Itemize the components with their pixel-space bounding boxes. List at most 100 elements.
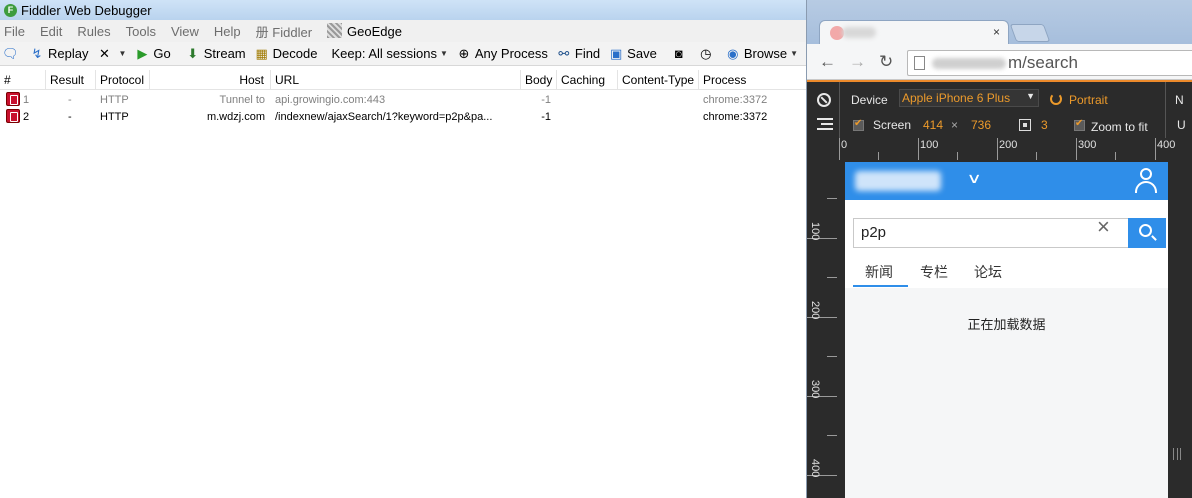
save-label: Save xyxy=(627,46,657,61)
ruler-tick-label: 100 xyxy=(920,139,939,151)
replay-button[interactable]: ↯ Replay xyxy=(29,46,89,62)
screen-height-field[interactable]: 736 xyxy=(971,118,991,132)
menu-rules[interactable]: Rules xyxy=(77,24,110,39)
menu-help[interactable]: Help xyxy=(214,24,241,39)
timer-button[interactable]: ◷ xyxy=(698,46,717,62)
orientation-label[interactable]: Portrait xyxy=(1069,93,1108,107)
speech-bubble-icon: 🗨 xyxy=(2,45,19,61)
fiddler-window: F Fiddler Web Debugger File Edit Rules T… xyxy=(0,0,819,498)
emulation-menu-icon[interactable] xyxy=(817,118,833,130)
ruler-tick-label: 0 xyxy=(841,139,848,151)
zoom-to-fit-label: Zoom to fit xyxy=(1091,120,1148,134)
menu-edit[interactable]: Edit xyxy=(40,24,62,39)
menu-geoedge-label: GeoEdge xyxy=(347,24,402,39)
ruler-tick-label: 400 xyxy=(809,459,821,478)
ruler-tick-label: 300 xyxy=(1078,139,1097,151)
go-button[interactable]: ▶ Go xyxy=(134,46,170,62)
active-tab-indicator xyxy=(853,285,908,287)
forward-icon[interactable]: → xyxy=(849,52,866,72)
device-select[interactable]: Apple iPhone 6 Plus ▼ xyxy=(899,89,1039,107)
address-bar[interactable]: m/search xyxy=(907,50,1192,76)
menu-file[interactable]: File xyxy=(4,24,25,39)
col-protocol[interactable]: Protocol xyxy=(96,70,150,90)
col-url[interactable]: URL xyxy=(271,70,521,90)
session-caching xyxy=(557,109,618,126)
dpr-field[interactable]: 3 xyxy=(1041,118,1048,132)
rotate-icon[interactable] xyxy=(1050,93,1062,105)
menu-view[interactable]: View xyxy=(171,24,199,39)
session-process: chrome:3372 xyxy=(703,111,768,123)
save-button[interactable]: ▣ Save xyxy=(608,46,657,62)
browser-toolbar: ← → ↻ m/search xyxy=(807,44,1192,80)
decode-icon: ▦ xyxy=(255,45,268,61)
table-row[interactable]: 1 - HTTP Tunnel to api.growingio.com:443… xyxy=(0,92,806,109)
find-button[interactable]: ⚯ Find xyxy=(556,46,600,62)
session-caching xyxy=(557,92,618,109)
session-body: -1 xyxy=(541,111,551,123)
tab-close-icon[interactable]: × xyxy=(993,25,1000,39)
times-sign: × xyxy=(951,118,959,132)
ruler-tick-label: 200 xyxy=(999,139,1018,151)
browse-button[interactable]: ◉ Browse ▼ xyxy=(725,46,798,62)
screenshot-button[interactable]: ◙ xyxy=(671,46,690,62)
session-protocol: HTTP xyxy=(100,94,129,106)
ruler-tick-label: 100 xyxy=(809,222,821,241)
menu-geoedge[interactable]: GeoEdge xyxy=(327,23,402,39)
tab-forum[interactable]: 论坛 xyxy=(974,262,1002,282)
col-process[interactable]: Process xyxy=(699,70,806,90)
disable-emulation-icon[interactable] xyxy=(817,93,831,107)
back-icon[interactable]: ← xyxy=(819,52,836,72)
session-url: api.growingio.com:443 xyxy=(275,94,386,106)
browser-tab[interactable]: × xyxy=(819,20,1009,44)
device-pixel-ratio-icon xyxy=(1019,119,1031,131)
truncated-label: N xyxy=(1175,93,1184,107)
table-row[interactable]: 2 - HTTP m.wdzj.com /indexnew/ajaxSearch… xyxy=(0,109,806,126)
menu-tools[interactable]: Tools xyxy=(126,24,156,39)
search-input[interactable]: p2p xyxy=(853,218,1129,248)
col-content-type[interactable]: Content-Type xyxy=(618,70,699,90)
col-body[interactable]: Body xyxy=(521,70,557,90)
screen-checkbox[interactable] xyxy=(853,118,864,131)
col-caching[interactable]: Caching xyxy=(557,70,618,90)
ruler-corner xyxy=(807,138,837,160)
go-label: Go xyxy=(153,46,171,61)
save-icon: ▣ xyxy=(610,45,623,61)
tab-columns[interactable]: 专栏 xyxy=(920,262,948,282)
tab-news[interactable]: 新闻 xyxy=(865,262,893,282)
menu-fiddler[interactable]: 册 Fiddler xyxy=(256,22,312,41)
site-logo-redacted[interactable] xyxy=(855,171,941,191)
decode-label: Decode xyxy=(272,46,318,61)
reload-icon[interactable]: ↻ xyxy=(879,52,893,72)
crosshair-icon: ⊕ xyxy=(458,45,470,61)
browse-label: Browse xyxy=(743,46,788,61)
screen-width-field[interactable]: 414 xyxy=(923,118,943,132)
ruler-tick-label: 200 xyxy=(809,301,821,320)
zoom-to-fit-checkbox[interactable] xyxy=(1074,118,1085,131)
new-tab-button[interactable] xyxy=(1009,24,1051,42)
clear-icon[interactable]: × xyxy=(1097,215,1110,239)
globe-icon: ◉ xyxy=(727,45,739,61)
session-protocol: HTTP xyxy=(100,111,129,123)
resize-handle-icon[interactable] xyxy=(1173,448,1181,460)
col-number[interactable]: # xyxy=(0,70,46,90)
tab-title-redacted xyxy=(842,27,876,38)
fiddler-toolbar: 🗨 ↯ Replay ✕ ▼ ▶ Go ⬇ Stream ▦ Decode Keep: A… xyxy=(0,42,819,66)
any-process-button[interactable]: ⊕ Any Process xyxy=(456,45,547,62)
stream-label: Stream xyxy=(203,46,246,61)
col-host[interactable]: Host xyxy=(150,70,271,90)
remove-button[interactable]: ✕ ▼ xyxy=(96,46,126,62)
chevron-down-icon[interactable]: ∨ xyxy=(966,170,981,187)
col-result[interactable]: Result xyxy=(46,70,96,90)
keep-sessions-dropdown[interactable]: Keep: All sessions ▼ xyxy=(331,46,447,61)
screen-label: Screen xyxy=(873,118,912,132)
comment-button[interactable]: 🗨 xyxy=(2,46,21,62)
stream-button[interactable]: ⬇ Stream xyxy=(185,45,246,62)
tab-strip: × xyxy=(807,0,1192,44)
stream-icon: ⬇ xyxy=(187,45,199,61)
site-header: ∨ xyxy=(845,162,1168,200)
user-icon[interactable] xyxy=(1134,168,1158,194)
session-list-header: # Result Protocol Host URL Body Caching … xyxy=(0,70,806,90)
search-button[interactable] xyxy=(1128,218,1166,248)
chevron-down-icon: ▼ xyxy=(439,49,448,58)
decode-button[interactable]: ▦ Decode xyxy=(254,45,318,62)
